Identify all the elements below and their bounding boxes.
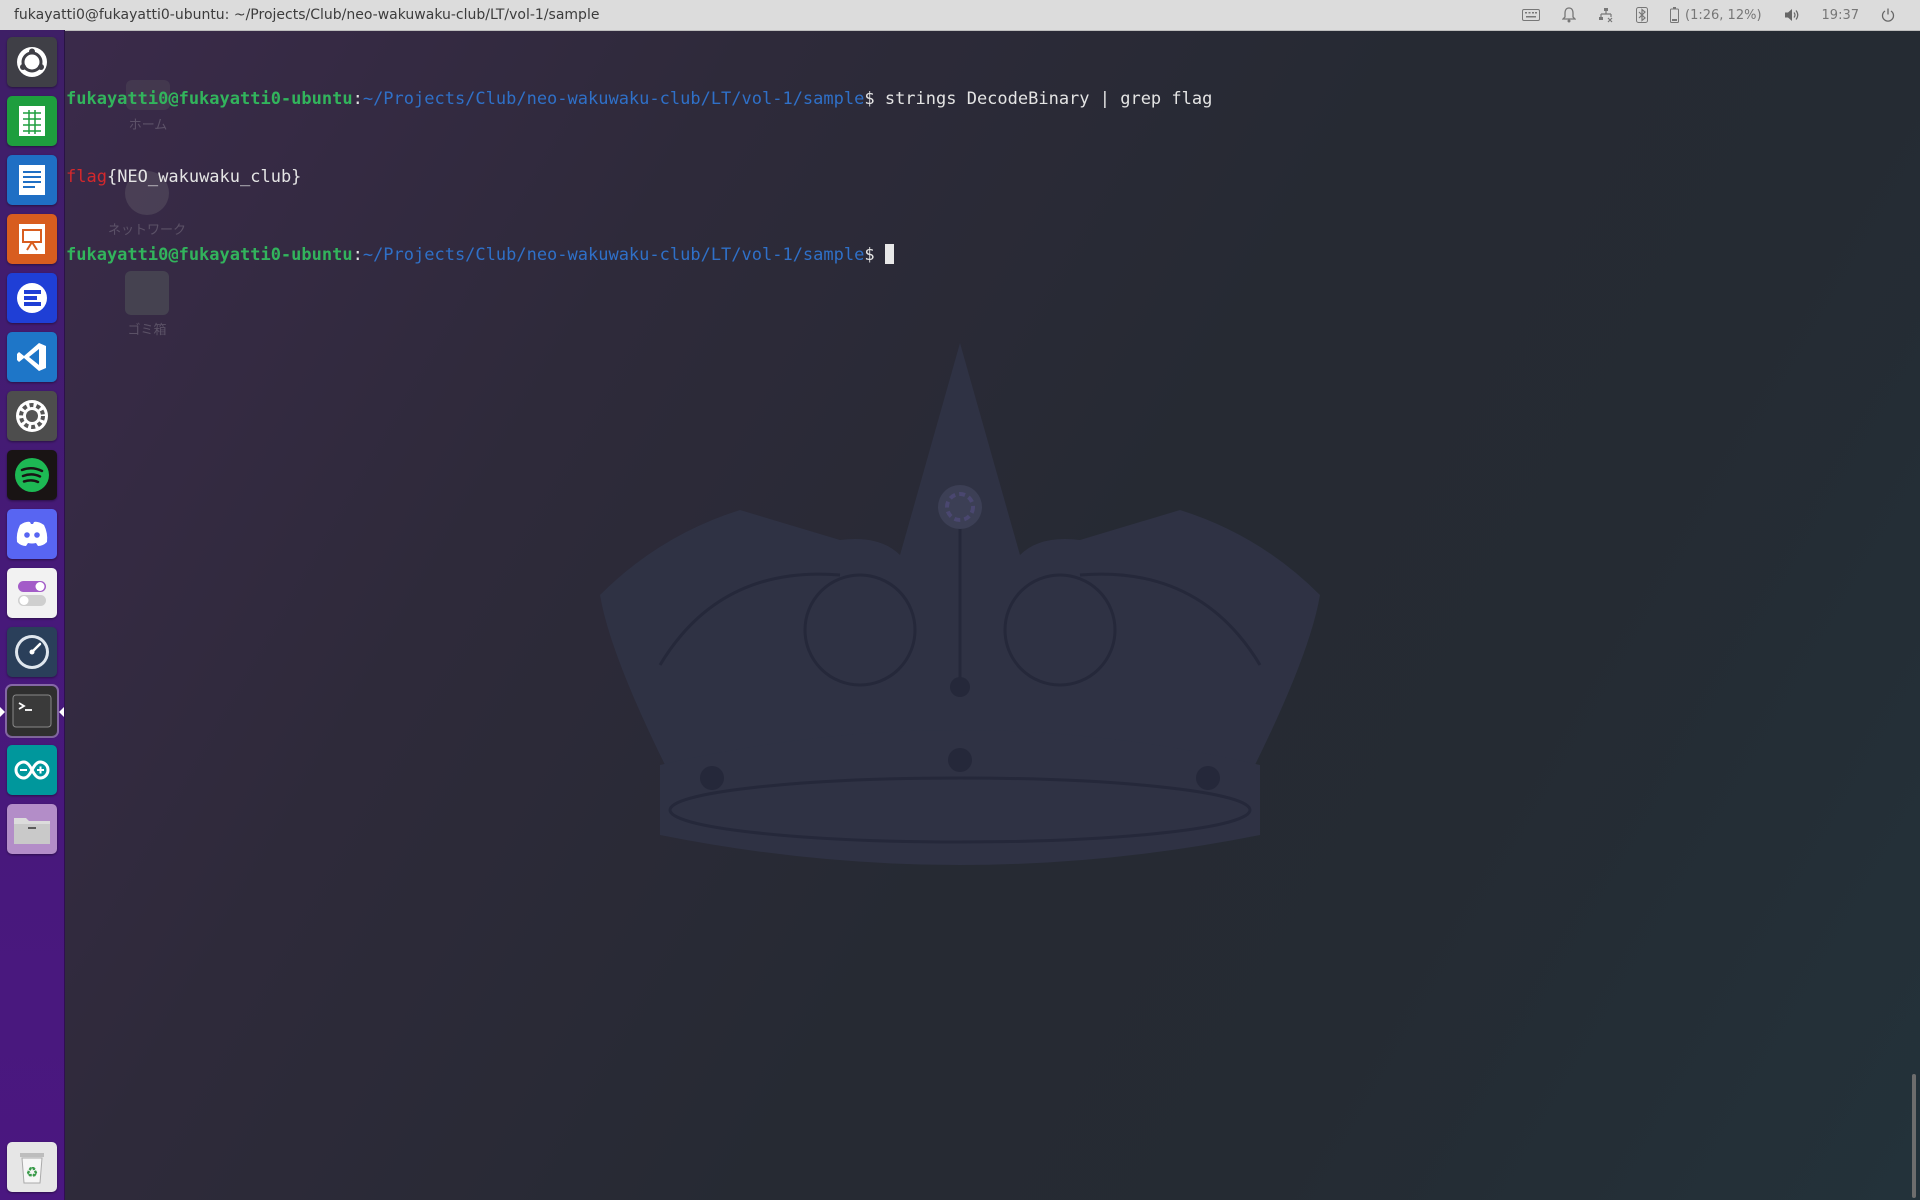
output-rest: {NEO_wakuwaku_club} [106, 167, 302, 187]
keyboard-indicator[interactable] [1511, 0, 1551, 30]
crown-wallpaper-logo [600, 343, 1320, 865]
vscode-icon [17, 343, 46, 371]
terminal-cursor [884, 244, 894, 264]
presentation-icon [19, 224, 45, 254]
e-logo-icon [17, 283, 47, 313]
launcher-libreoffice-impress[interactable] [7, 214, 57, 264]
prompt-char: $ [864, 89, 885, 109]
bluetooth-indicator[interactable] [1625, 0, 1659, 30]
prompt-user-host-2: fukayatti0@fukayatti0-ubuntu [66, 245, 353, 265]
clock-indicator[interactable]: 19:37 [1811, 0, 1870, 30]
terminal-scrollbar[interactable] [1912, 1074, 1916, 1198]
terminal-output[interactable]: fukayatti0@fukayatti0-ubuntu:~/Projects/… [66, 34, 1886, 294]
folder-icon [14, 818, 50, 844]
launcher-app-e[interactable] [7, 273, 57, 323]
spreadsheet-icon [19, 106, 45, 136]
launcher-libreoffice-writer[interactable] [7, 155, 57, 205]
launcher-discord[interactable] [7, 509, 57, 559]
launcher-terminal[interactable] [5, 684, 59, 738]
launcher-vscode[interactable] [7, 332, 57, 382]
launcher-system-settings[interactable] [7, 391, 57, 441]
sound-indicator[interactable] [1773, 0, 1811, 30]
recycle-bin-icon: ♻ [20, 1153, 44, 1184]
speedometer-icon [15, 635, 49, 669]
battery-text: (1:26, 12%) [1685, 7, 1762, 23]
output-match-keyword: flag [66, 167, 107, 187]
terminal-line-command: fukayatti0@fukayatti0-ubuntu:~/Projects/… [66, 86, 1886, 112]
terminal-line-prompt: fukayatti0@fukayatti0-ubuntu:~/Projects/… [66, 242, 1886, 268]
prompt-user-host: fukayatti0@fukayatti0-ubuntu [66, 89, 353, 109]
discord-icon [16, 521, 48, 546]
terminal-line-output: flag{NEO_wakuwaku_club} [66, 164, 1886, 190]
prompt-colon-2: : [352, 245, 363, 265]
keyboard-icon [1522, 9, 1541, 21]
command-text: strings DecodeBinary | grep flag [884, 89, 1213, 109]
spotify-icon [15, 458, 49, 492]
prompt-char-2: $ [864, 245, 885, 265]
launcher-stacer[interactable] [7, 627, 57, 677]
prompt-path-2: ~/Projects/Club/neo-wakuwaku-club/LT/vol… [362, 245, 865, 265]
prompt-colon: : [352, 89, 363, 109]
arduino-infinity-icon [14, 760, 50, 780]
launcher-ubuntu-dash[interactable] [7, 37, 57, 87]
ubuntu-logo-icon [17, 47, 47, 77]
launcher-libreoffice-calc[interactable] [7, 96, 57, 146]
launcher-spotify[interactable] [7, 450, 57, 500]
bell-icon [1562, 7, 1577, 23]
prompt-path: ~/Projects/Club/neo-wakuwaku-club/LT/vol… [362, 89, 865, 109]
top-panel: fukayatti0@fukayatti0-ubuntu: ~/Projects… [0, 0, 1920, 31]
svg-text:♻: ♻ [26, 1165, 39, 1181]
launcher-files[interactable] [7, 804, 57, 854]
network-icon [1599, 8, 1613, 23]
launcher-unity-tweak[interactable] [7, 568, 57, 618]
gear-icon [16, 400, 48, 432]
indicator-area: (1:26, 12%) 19:37 [1511, 0, 1920, 30]
window-title: fukayatti0@fukayatti0-ubuntu: ~/Projects… [14, 7, 600, 23]
power-icon [1881, 8, 1895, 22]
toggle-switch-icon [18, 581, 46, 606]
launcher-active-pip-right [59, 707, 64, 717]
bluetooth-icon [1636, 7, 1649, 23]
document-icon [19, 165, 45, 195]
launcher-dock: ♻ [0, 30, 65, 1200]
launcher-trash[interactable]: ♻ [7, 1142, 57, 1192]
battery-icon [1670, 7, 1680, 23]
desktop-trash-label: ゴミ箱 [127, 323, 167, 338]
power-indicator[interactable] [1870, 0, 1906, 30]
battery-indicator[interactable]: (1:26, 12%) [1659, 0, 1773, 30]
launcher-arduino[interactable] [7, 745, 57, 795]
speaker-icon [1784, 9, 1798, 21]
clock-text: 19:37 [1821, 7, 1859, 23]
network-indicator[interactable] [1587, 0, 1625, 30]
launcher-active-pip-left [0, 707, 5, 717]
notification-indicator[interactable] [1551, 0, 1587, 30]
terminal-icon [12, 694, 52, 728]
